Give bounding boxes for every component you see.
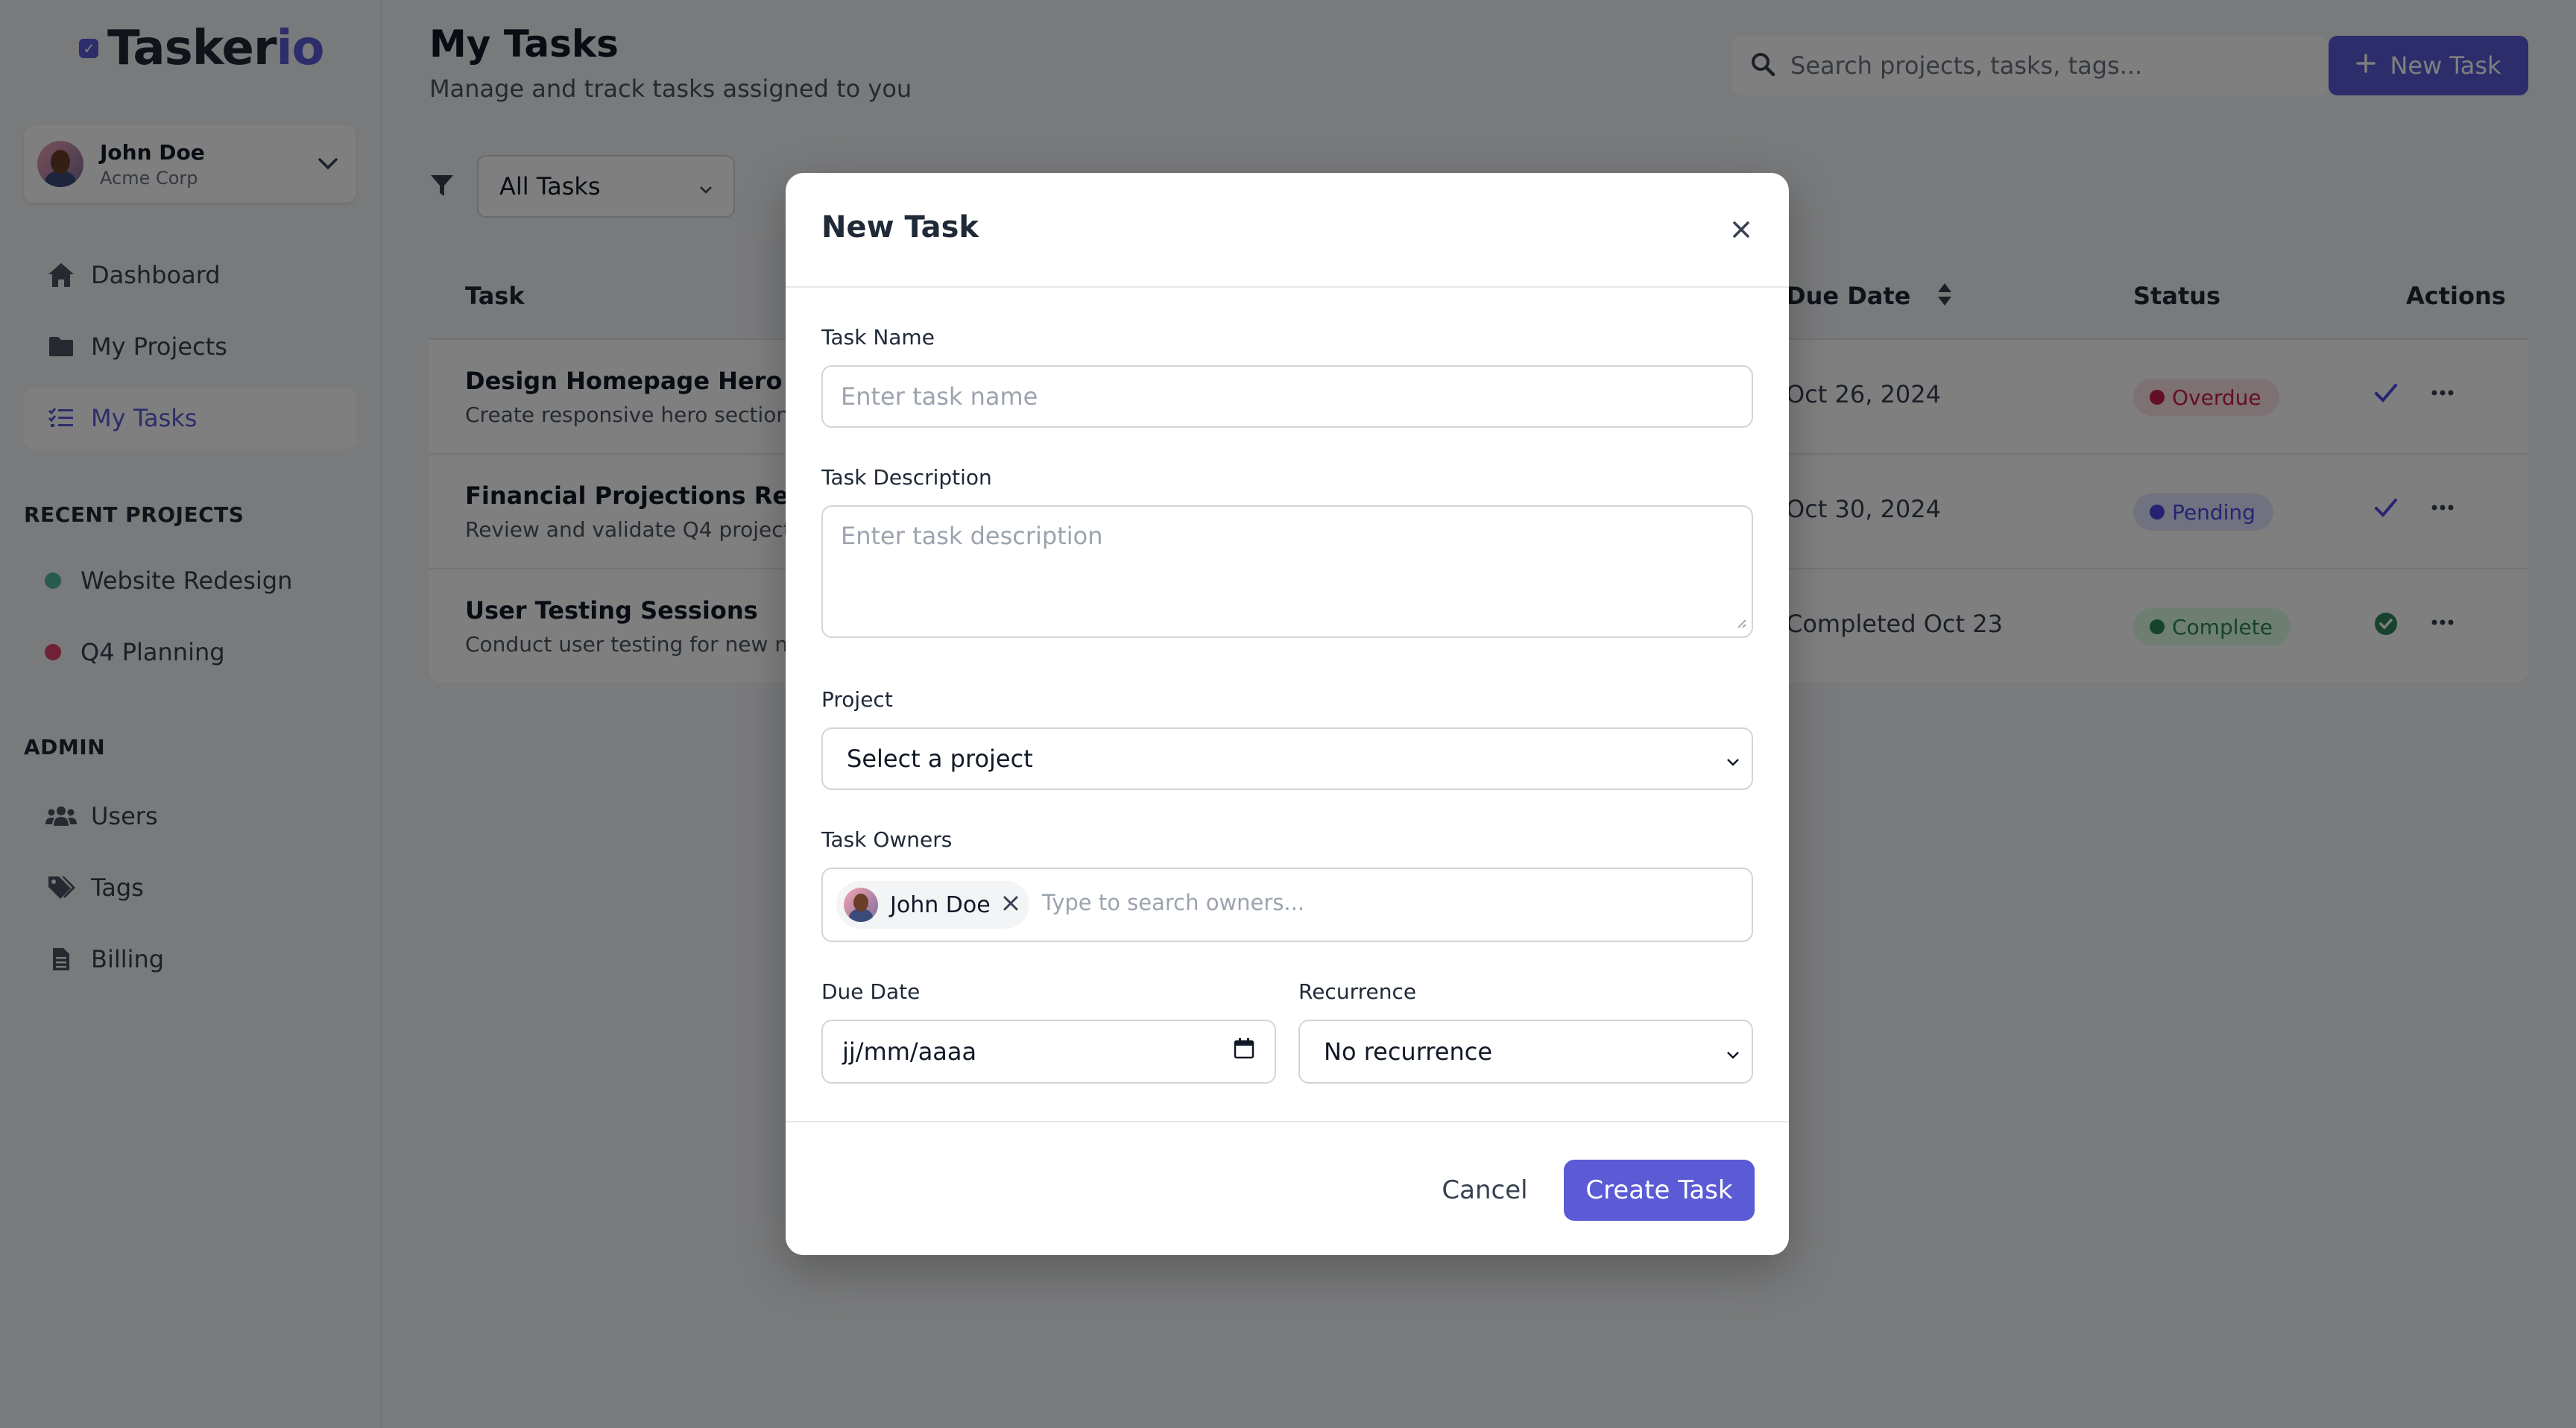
modal-footer: Cancel Create Task bbox=[786, 1121, 1789, 1255]
modal-header: New Task bbox=[786, 173, 1789, 288]
new-task-modal: New Task Task Name Task Description Proj… bbox=[786, 173, 1789, 1255]
avatar bbox=[844, 888, 878, 922]
owners-search-input[interactable]: Type to search owners... bbox=[1042, 890, 1304, 915]
task-name-label: Task Name bbox=[821, 325, 935, 350]
due-date-value: jj/mm/aaaa bbox=[842, 1037, 977, 1066]
task-description-field[interactable] bbox=[821, 505, 1753, 638]
recurrence-select[interactable]: No recurrence bbox=[1298, 1020, 1753, 1084]
recurrence-label: Recurrence bbox=[1298, 979, 1417, 1004]
recurrence-selected-value: No recurrence bbox=[1324, 1037, 1492, 1066]
resize-handle-icon[interactable] bbox=[1735, 617, 1747, 632]
owner-chip: John Doe bbox=[836, 881, 1029, 929]
task-owners-field[interactable]: John Doe Type to search owners... bbox=[821, 868, 1753, 942]
modal-title: New Task bbox=[821, 210, 979, 244]
task-name-field[interactable] bbox=[821, 365, 1753, 428]
task-owners-label: Task Owners bbox=[821, 827, 953, 852]
task-description-input[interactable] bbox=[823, 507, 1752, 636]
create-task-button[interactable]: Create Task bbox=[1564, 1160, 1755, 1221]
task-name-input[interactable] bbox=[823, 367, 1752, 426]
project-select[interactable]: Select a project bbox=[821, 727, 1753, 790]
remove-owner-icon[interactable] bbox=[1003, 895, 1019, 914]
due-date-input[interactable]: jj/mm/aaaa bbox=[821, 1020, 1276, 1084]
project-selected-value: Select a project bbox=[847, 745, 1033, 773]
due-date-label: Due Date bbox=[821, 979, 921, 1004]
chevron-down-icon bbox=[1726, 1037, 1740, 1066]
task-description-label: Task Description bbox=[821, 465, 992, 490]
calendar-icon[interactable] bbox=[1233, 1037, 1255, 1066]
cancel-button[interactable]: Cancel bbox=[1418, 1160, 1552, 1221]
owner-chip-name: John Doe bbox=[890, 891, 991, 918]
project-label: Project bbox=[821, 687, 893, 712]
chevron-down-icon bbox=[1726, 745, 1740, 773]
close-icon[interactable] bbox=[1723, 212, 1759, 247]
